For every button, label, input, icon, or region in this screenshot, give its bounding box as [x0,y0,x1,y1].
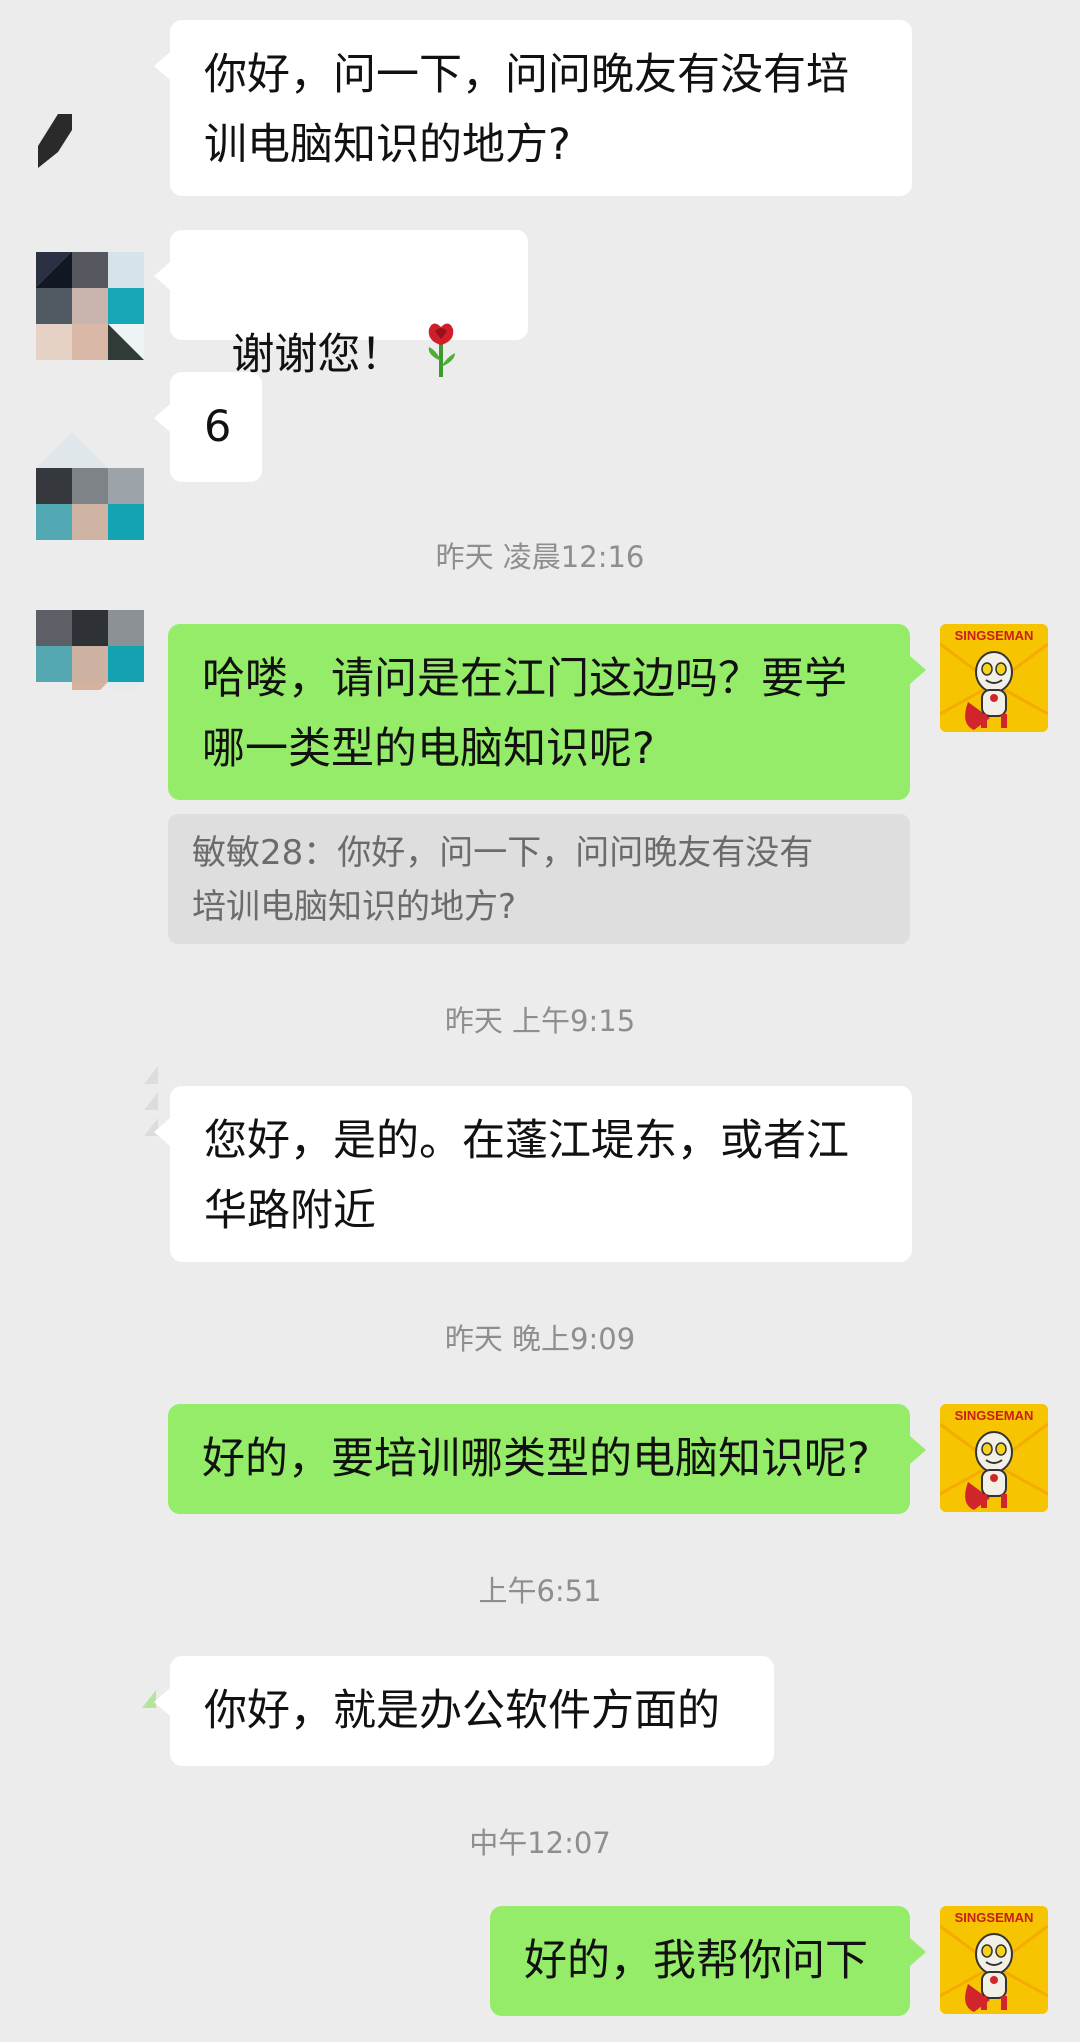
contact-avatar[interactable] [28,84,88,192]
timestamp: 中午12:07 [469,1826,611,1860]
timestamp: 昨天 晚上9:09 [444,1322,636,1356]
message-bubble-outgoing[interactable]: 哈喽，请问是在江门这边吗？要学 哪一类型的电脑知识呢? [168,624,926,800]
contact-avatar[interactable] [36,252,144,360]
message-bubble-incoming[interactable]: 你好，问一下，问问晚友有没有培 训电脑知识的地方? [154,20,912,196]
avatar-label: SINGSEMAN [954,628,1034,643]
message-bubble-outgoing[interactable]: 好的，要培训哪类型的电脑知识呢? [168,1404,926,1514]
my-avatar[interactable]: SINGSEMAN [940,1404,1048,1512]
avatar-label: SINGSEMAN [954,1910,1034,1925]
quoted-message[interactable]: 敏敏28：你好，问一下，问问晚友有没有 培训电脑知识的地方? [168,814,910,944]
message-bubble-incoming[interactable]: 谢谢您！ [154,230,528,447]
message-bubble-incoming[interactable]: 6 [154,372,262,482]
timestamp: 上午6:51 [478,1574,602,1608]
message-text: 谢谢您！ [231,330,404,380]
message-bubble-incoming[interactable]: 您好，是的。在蓬江堤东，或者江 华路附近 [154,1086,912,1262]
timestamp: 昨天 凌晨12:16 [435,540,645,574]
my-avatar[interactable]: SINGSEMAN [940,1906,1048,2014]
contact-avatar[interactable] [36,582,144,690]
timestamp: 昨天 上午9:15 [444,1004,636,1038]
contact-avatar[interactable] [36,432,144,540]
message-bubble-outgoing[interactable]: 好的，我帮你问下 [490,1906,926,2016]
rose-icon [421,321,461,379]
avatar-label: SINGSEMAN [954,1408,1034,1423]
message-bubble-incoming[interactable]: 你好，就是办公软件方面的 [154,1656,774,1766]
my-avatar[interactable]: SINGSEMAN [940,624,1048,732]
